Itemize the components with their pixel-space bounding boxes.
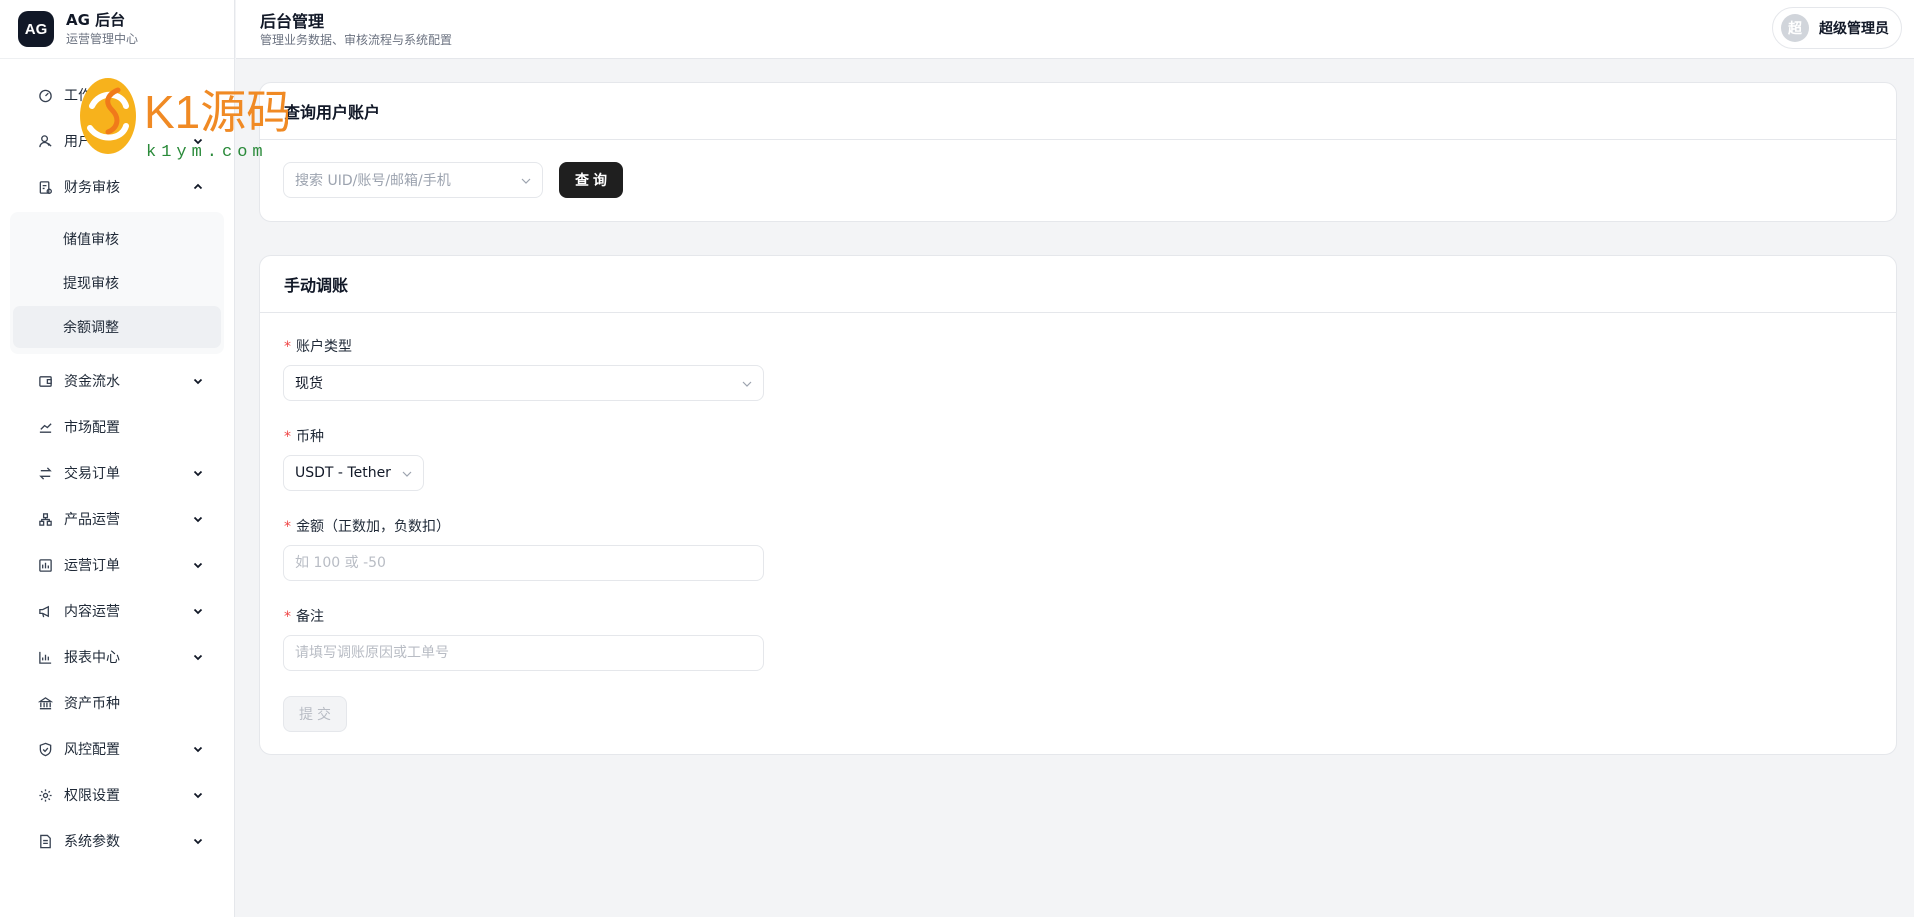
trend-icon (38, 420, 53, 435)
sidebar-item-label: 产品运营 (64, 512, 120, 528)
required-mark: * (284, 519, 291, 535)
currency-label-text: 币种 (296, 429, 324, 445)
top-header: 后台管理 管理业务数据、审核流程与系统配置 超 超级管理员 (236, 0, 1914, 59)
sidebar-item-label: 风控配置 (64, 742, 120, 758)
sidebar-subitem-balance-adjust[interactable]: 余额调整 (13, 306, 221, 348)
sidebar-item-label: 运营订单 (64, 558, 120, 574)
sidebar-item-trade-orders[interactable]: 交易订单 (0, 450, 234, 496)
sidebar-item-label: 报表中心 (64, 650, 120, 666)
required-mark: * (284, 339, 291, 355)
user-search-placeholder: 搜索 UID/账号/邮箱/手机 (295, 173, 451, 189)
swap-icon (38, 466, 53, 481)
document-icon (38, 834, 53, 849)
chevron-down-icon (192, 651, 204, 663)
sidebar-item-label: 财务审核 (64, 180, 120, 196)
page-subtitle: 管理业务数据、审核流程与系统配置 (260, 33, 453, 47)
sidebar-item-label: 系统参数 (64, 834, 120, 850)
card-title: 手动调账 (260, 256, 1896, 313)
bar-box-icon (38, 558, 53, 573)
chevron-down-icon (401, 468, 413, 480)
sidebar-item-label: 资金流水 (64, 374, 120, 390)
sidebar-item-label: 交易订单 (64, 466, 120, 482)
required-mark: * (284, 429, 291, 445)
sidebar-item-label: 工作台 (64, 88, 106, 104)
account-type-label-text: 账户类型 (296, 339, 352, 355)
chevron-down-icon (741, 378, 753, 390)
wallet-icon (38, 374, 53, 389)
sidebar-item-market-config[interactable]: 市场配置 (0, 404, 234, 450)
page-title: 后台管理 (260, 12, 325, 31)
currency-select[interactable]: USDT - Tether (283, 455, 424, 491)
chevron-down-icon (192, 743, 204, 755)
sidebar-item-label: 市场配置 (64, 420, 120, 436)
account-type-select[interactable]: 现货 (283, 365, 764, 401)
brand-logo: AG (18, 11, 54, 47)
amount-label-text: 金额（正数加，负数扣） (296, 519, 450, 535)
note-label: * 备注 (284, 606, 324, 626)
sidebar-item-asset-currency[interactable]: 资产币种 (0, 680, 234, 726)
sidebar-item-label: 权限设置 (64, 788, 120, 804)
amount-input[interactable] (283, 545, 764, 581)
shield-icon (38, 742, 53, 757)
card-title: 查询用户账户 (260, 83, 1896, 140)
chevron-down-icon (192, 135, 204, 147)
gear-icon (38, 788, 53, 803)
sidebar-item-content-ops[interactable]: 内容运营 (0, 588, 234, 634)
manual-adjust-card: 手动调账 * 账户类型 现货 * 币种 USDT - Tether * 金额（正数加，… (259, 255, 1897, 755)
sidebar: AG AG 后台 运营管理中心 工作台 用户 财务审核 储值审核 提现审核 余额… (0, 0, 235, 917)
sidebar-item-permissions[interactable]: 权限设置 (0, 772, 234, 818)
bar-chart-icon (38, 650, 53, 665)
sidebar-item-system-params[interactable]: 系统参数 (0, 818, 234, 864)
chevron-down-icon (192, 513, 204, 525)
note-input[interactable] (283, 635, 764, 671)
required-mark: * (284, 609, 291, 625)
account-type-label: * 账户类型 (284, 336, 352, 356)
currency-label: * 币种 (284, 426, 324, 446)
chevron-down-icon (520, 175, 532, 187)
chevron-up-icon (192, 181, 204, 193)
sidebar-item-label: 内容运营 (64, 604, 120, 620)
hierarchy-icon (38, 512, 53, 527)
query-account-card: 查询用户账户 搜索 UID/账号/邮箱/手机 查询 (259, 82, 1897, 222)
sidebar-item-label: 用户 (64, 134, 92, 150)
chevron-down-icon (192, 605, 204, 617)
chevron-down-icon (192, 559, 204, 571)
sidebar-item-product-ops[interactable]: 产品运营 (0, 496, 234, 542)
brand-title: AG 后台 (66, 10, 126, 29)
account-type-value: 现货 (295, 376, 323, 392)
chevron-down-icon (192, 789, 204, 801)
sidebar-subitem-withdraw-audit[interactable]: 提现审核 (13, 262, 221, 304)
note-label-text: 备注 (296, 609, 324, 625)
sidebar-menu: 工作台 用户 财务审核 储值审核 提现审核 余额调整 资金流水 市场配置 交易订… (0, 59, 234, 864)
currency-value: USDT - Tether (295, 465, 391, 481)
sidebar-item-finance-audit[interactable]: 财务审核 (0, 164, 234, 210)
sidebar-item-label: 资产币种 (64, 696, 120, 712)
amount-label: * 金额（正数加，负数扣） (284, 516, 450, 536)
submit-button[interactable]: 提交 (283, 696, 347, 732)
avatar: 超 (1781, 14, 1809, 42)
brand: AG AG 后台 运营管理中心 (0, 0, 234, 59)
sidebar-item-users[interactable]: 用户 (0, 118, 234, 164)
sidebar-item-reports[interactable]: 报表中心 (0, 634, 234, 680)
chevron-down-icon (192, 467, 204, 479)
sidebar-subitem-deposit-audit[interactable]: 储值审核 (13, 218, 221, 260)
user-name: 超级管理员 (1819, 21, 1889, 37)
query-button[interactable]: 查询 (559, 162, 623, 198)
chevron-down-icon (192, 835, 204, 847)
audit-icon (38, 180, 53, 195)
sidebar-item-ops-orders[interactable]: 运营订单 (0, 542, 234, 588)
finance-audit-submenu: 储值审核 提现审核 余额调整 (10, 212, 224, 354)
dashboard-icon (38, 88, 53, 103)
user-menu[interactable]: 超 超级管理员 (1772, 7, 1902, 49)
bank-icon (38, 696, 53, 711)
sidebar-item-fund-flow[interactable]: 资金流水 (0, 358, 234, 404)
megaphone-icon (38, 604, 53, 619)
user-search-select[interactable]: 搜索 UID/账号/邮箱/手机 (283, 162, 543, 198)
sidebar-item-dashboard[interactable]: 工作台 (0, 72, 234, 118)
chevron-down-icon (192, 375, 204, 387)
user-icon (38, 134, 53, 149)
brand-subtitle: 运营管理中心 (66, 31, 139, 46)
sidebar-item-risk-config[interactable]: 风控配置 (0, 726, 234, 772)
